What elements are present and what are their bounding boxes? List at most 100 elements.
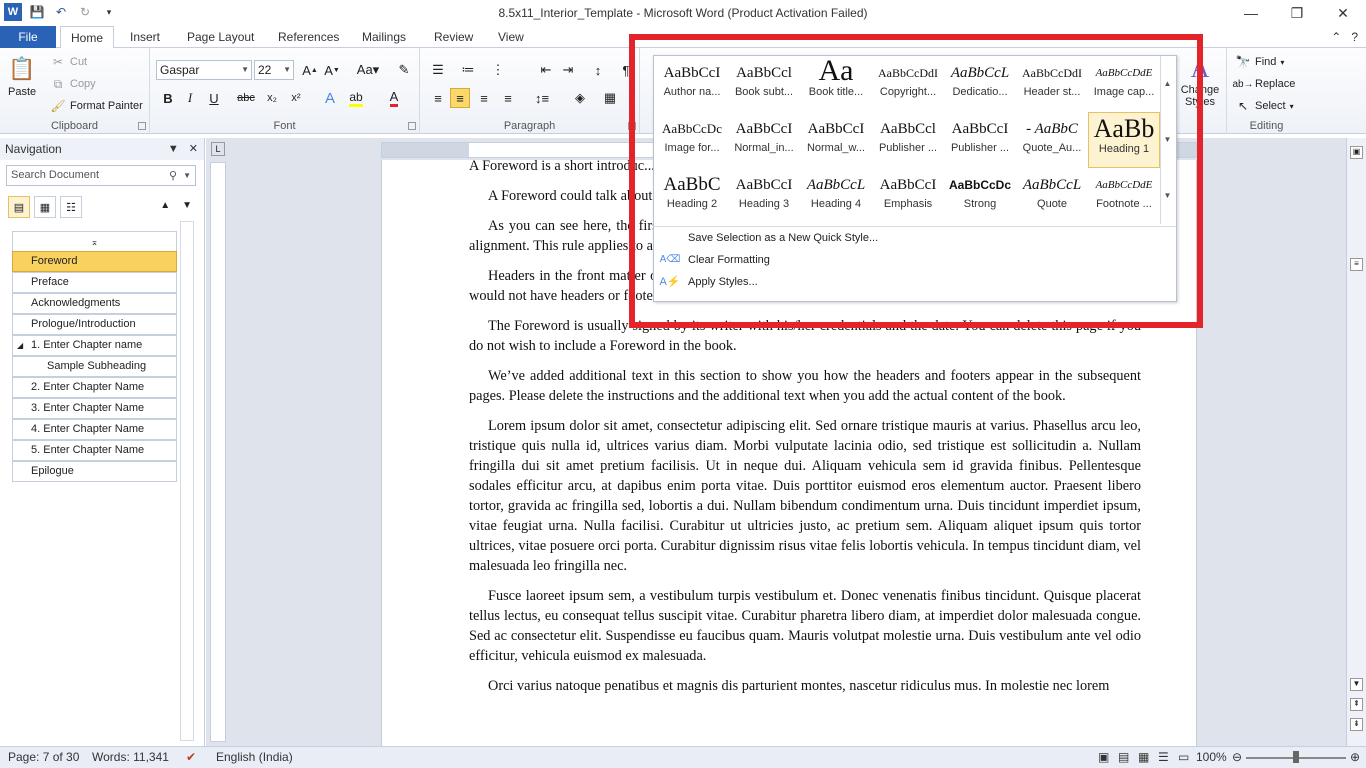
web-layout-icon[interactable]: ▦: [1138, 750, 1149, 764]
clipboard-launcher[interactable]: [138, 122, 146, 130]
pages-view-icon[interactable]: ▦: [34, 196, 56, 218]
find-button[interactable]: 🔭 Find ▾: [1235, 54, 1285, 70]
navigation-scrollbar[interactable]: [180, 221, 194, 741]
replace-button[interactable]: ab→ Replace: [1232, 76, 1295, 92]
select-button[interactable]: ↖ Select ▾: [1235, 98, 1294, 114]
vertical-scrollbar[interactable]: ▣ ≡ ▼ ⇞ ⇟: [1346, 138, 1366, 746]
nav-item-chapter-4[interactable]: 4. Enter Chapter Name: [12, 419, 177, 440]
tab-file[interactable]: File: [0, 26, 56, 48]
text-effects-icon[interactable]: A: [320, 88, 340, 108]
next-page-icon[interactable]: ⇟: [1350, 718, 1363, 731]
justify-icon[interactable]: ≡: [498, 88, 518, 108]
grow-font-icon[interactable]: A ▲: [300, 60, 320, 80]
nav-item-foreword[interactable]: Foreword: [12, 251, 177, 272]
zoom-in-icon[interactable]: ⊕: [1350, 750, 1360, 764]
decrease-indent-icon[interactable]: ⇤: [536, 60, 556, 80]
close-icon[interactable]: ✕: [189, 138, 198, 160]
font-size-select[interactable]: 22 ▼: [254, 60, 294, 80]
page-count[interactable]: Page: 7 of 30: [8, 750, 79, 764]
help-icon[interactable]: ?: [1351, 30, 1358, 44]
align-center-icon[interactable]: ≡: [450, 88, 470, 108]
bullets-icon[interactable]: ☰: [428, 60, 448, 80]
previous-heading-icon[interactable]: ▲: [160, 200, 170, 211]
tab-view[interactable]: View: [488, 26, 534, 48]
font-launcher[interactable]: [408, 122, 416, 130]
numbering-icon[interactable]: ≔: [458, 60, 478, 80]
restore-button[interactable]: ❐: [1274, 0, 1320, 26]
strikethrough-button[interactable]: abc: [236, 88, 256, 108]
tab-references[interactable]: References: [268, 26, 349, 48]
superscript-button[interactable]: x²: [286, 88, 306, 108]
close-button[interactable]: ✕: [1320, 0, 1366, 26]
subscript-button[interactable]: x₂: [262, 88, 282, 108]
view-ruler-icon[interactable]: ▣: [1350, 146, 1363, 159]
find-label: Find: [1255, 56, 1277, 68]
nav-item-chapter-3[interactable]: 3. Enter Chapter Name: [12, 398, 177, 419]
nav-item-prologue[interactable]: Prologue/Introduction: [12, 314, 177, 335]
zoom-level[interactable]: 100%: [1196, 750, 1227, 764]
search-document-input[interactable]: Search Document ⚲ ▼: [6, 165, 196, 186]
minimize-button[interactable]: —: [1228, 0, 1274, 26]
minimize-ribbon-icon[interactable]: ⌃: [1331, 30, 1341, 44]
multilevel-list-icon[interactable]: ⋮: [488, 60, 508, 80]
font-group-label: Font: [273, 120, 296, 132]
proofing-icon[interactable]: ✔: [186, 750, 196, 764]
nav-item-epilogue[interactable]: Epilogue: [12, 461, 177, 482]
draft-icon[interactable]: ▭: [1178, 750, 1189, 764]
cut-button[interactable]: ✂ Cut: [50, 54, 87, 70]
zoom-out-icon[interactable]: ⊖: [1232, 750, 1242, 764]
nav-item-label: 4. Enter Chapter Name: [31, 423, 145, 435]
font-family-select[interactable]: Gaspar ▼: [156, 60, 252, 80]
tab-page-layout[interactable]: Page Layout: [177, 26, 264, 48]
search-icon[interactable]: ⚲: [169, 167, 177, 186]
full-screen-reading-icon[interactable]: ▤: [1118, 750, 1129, 764]
tab-home[interactable]: Home: [60, 26, 115, 49]
nav-item-chapter-5[interactable]: 5. Enter Chapter Name: [12, 440, 177, 461]
word-count[interactable]: Words: 11,341: [92, 750, 169, 764]
tab-selector[interactable]: L: [211, 142, 225, 156]
underline-button[interactable]: U: [204, 88, 224, 108]
paste-label: Paste: [8, 86, 37, 98]
format-painter-button[interactable]: 🖌 Format Painter: [50, 98, 142, 114]
font-color-icon[interactable]: A: [384, 88, 404, 108]
tab-mailings[interactable]: Mailings: [352, 26, 416, 48]
increase-indent-icon[interactable]: ⇥: [558, 60, 578, 80]
tab-insert[interactable]: Insert: [120, 26, 170, 48]
bold-button[interactable]: B: [158, 88, 178, 108]
line-spacing-icon[interactable]: ↕≡: [532, 88, 552, 108]
sort-icon[interactable]: ↕: [588, 60, 608, 80]
paste-button[interactable]: 📋 Paste: [8, 54, 36, 98]
highlight-icon[interactable]: ab: [346, 88, 366, 108]
language[interactable]: English (India): [216, 750, 293, 764]
results-view-icon[interactable]: ☷: [60, 196, 82, 218]
next-heading-icon[interactable]: ▼: [182, 200, 192, 211]
copy-button[interactable]: ⧉ Copy: [50, 76, 96, 92]
nav-item-acknowledgments[interactable]: Acknowledgments: [12, 293, 177, 314]
borders-icon[interactable]: ▦: [600, 88, 620, 108]
expand-triangle-icon[interactable]: ◢: [17, 336, 23, 355]
outline-icon[interactable]: ☰: [1158, 750, 1169, 764]
vertical-ruler[interactable]: [210, 162, 226, 742]
nav-item-sample-subheading[interactable]: Sample Subheading: [12, 356, 177, 377]
chevron-down-icon[interactable]: ▼: [168, 138, 179, 160]
collapse-all-icon[interactable]: ⌅: [12, 231, 177, 251]
align-left-icon[interactable]: ≡: [428, 88, 448, 108]
italic-button[interactable]: I: [180, 88, 200, 108]
clear-formatting-icon[interactable]: ✎: [394, 60, 414, 80]
nav-item-chapter-1[interactable]: ◢ 1. Enter Chapter name: [12, 335, 177, 356]
chevron-down-icon: ▼: [241, 65, 249, 74]
align-right-icon[interactable]: ≡: [474, 88, 494, 108]
chevron-down-icon[interactable]: ▼: [183, 166, 191, 185]
zoom-slider-knob[interactable]: [1293, 751, 1299, 763]
previous-page-icon[interactable]: ⇞: [1350, 698, 1363, 711]
scroll-down-icon[interactable]: ▼: [1350, 678, 1363, 691]
headings-view-icon[interactable]: ▤: [8, 196, 30, 218]
nav-item-preface[interactable]: Preface: [12, 272, 177, 293]
tab-review[interactable]: Review: [424, 26, 483, 48]
change-case-icon[interactable]: Aa▾: [354, 60, 382, 80]
nav-item-chapter-2[interactable]: 2. Enter Chapter Name: [12, 377, 177, 398]
shrink-font-icon[interactable]: A ▼: [322, 60, 342, 80]
shading-icon[interactable]: ◈: [570, 88, 590, 108]
print-layout-icon[interactable]: ▣: [1098, 750, 1109, 764]
scroll-thumb[interactable]: ≡: [1350, 258, 1363, 271]
